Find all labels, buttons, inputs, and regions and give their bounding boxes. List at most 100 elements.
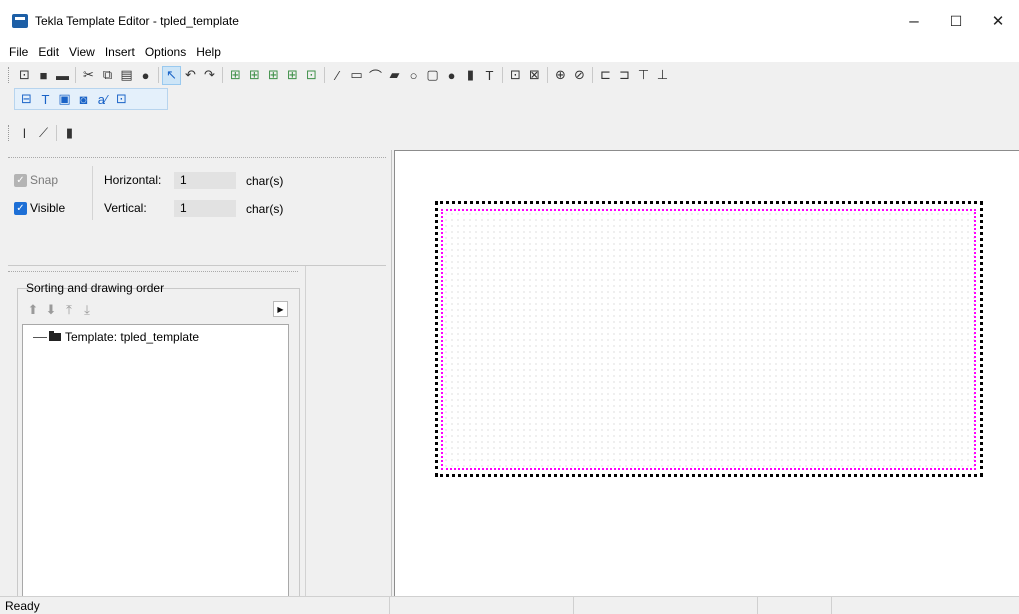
save-icon[interactable]: ▬: [53, 66, 72, 85]
visible-label: Visible: [30, 201, 66, 215]
menu-options[interactable]: Options: [140, 45, 191, 59]
point-icon[interactable]: ●: [442, 66, 461, 85]
toolbar-grip[interactable]: [8, 67, 11, 83]
app-icon: [12, 14, 28, 28]
menu-view[interactable]: View: [64, 45, 100, 59]
toolbar-separator: [502, 67, 503, 83]
minimize-button[interactable]: –: [893, 0, 935, 42]
footer-row-icon[interactable]: ⊡: [302, 66, 321, 85]
toolbar-separator: [56, 125, 57, 141]
data-row-icon[interactable]: ⊞: [264, 66, 283, 85]
status-cell-3: [757, 596, 831, 614]
sorting-title: Sorting and drawing order: [26, 281, 165, 295]
fill-icon[interactable]: ▮: [461, 66, 480, 85]
field-icon[interactable]: ◙: [74, 90, 93, 109]
panel-divider: [8, 157, 386, 158]
window-controls: – ☐ ✕: [893, 0, 1019, 42]
toolbar-separator: [592, 67, 593, 83]
circle-icon[interactable]: ○: [404, 66, 423, 85]
align-right-icon[interactable]: ⊐: [615, 66, 634, 85]
text-icon[interactable]: T: [480, 66, 499, 85]
align-top-icon[interactable]: ⊤: [634, 66, 653, 85]
symbol-icon[interactable]: ⊟: [17, 90, 36, 109]
status-text: Ready: [5, 598, 40, 613]
snap-check-icon: ✓: [14, 173, 27, 187]
tree-connector: [33, 336, 47, 338]
move-up-icon[interactable]: ⬆: [24, 302, 42, 318]
copy-icon[interactable]: ⧉: [98, 66, 117, 85]
undo-icon[interactable]: ↶: [181, 66, 200, 85]
value-field-icon[interactable]: ⊕: [551, 66, 570, 85]
maximize-button[interactable]: ☐: [935, 0, 977, 42]
open-icon[interactable]: ■: [34, 66, 53, 85]
toolbar-separator: [75, 67, 76, 83]
formula-icon[interactable]: ⊘: [570, 66, 589, 85]
window-title: Tekla Template Editor - tpled_template: [35, 14, 239, 28]
snap-separator: [92, 166, 93, 220]
paste-icon[interactable]: ▤: [117, 66, 136, 85]
toolbar-separator: [158, 67, 159, 83]
vertical-field[interactable]: 1: [174, 200, 236, 217]
title-bar: Tekla Template Editor - tpled_template –…: [0, 0, 1019, 42]
line-icon[interactable]: ∕: [328, 66, 347, 85]
folder-icon: [49, 331, 61, 341]
delete-icon[interactable]: ●: [136, 66, 155, 85]
attribute-icon[interactable]: a⁄: [93, 90, 112, 109]
visible-checkbox[interactable]: ✓ Visible: [14, 201, 65, 215]
new-icon[interactable]: ⊡: [15, 66, 34, 85]
sorting-buttons: ⬆ ⬇ ⤒ ⤓: [24, 302, 96, 318]
menu-file[interactable]: File: [4, 45, 33, 59]
align-bottom-icon[interactable]: ⊥: [653, 66, 672, 85]
snap-checkbox[interactable]: ✓ Snap: [14, 173, 58, 187]
menu-help[interactable]: Help: [191, 45, 226, 59]
status-cell-1: [389, 596, 573, 614]
panel-edge: [305, 266, 306, 596]
picture-icon[interactable]: ▣: [55, 90, 74, 109]
drawing-canvas[interactable]: [394, 150, 1019, 596]
splitter-handle[interactable]: [8, 265, 386, 266]
menu-insert[interactable]: Insert: [100, 45, 140, 59]
vertical-line-icon[interactable]: ǀ: [15, 124, 34, 143]
move-top-icon[interactable]: ⤒: [60, 302, 78, 318]
zoom-window-icon[interactable]: ⊠: [525, 66, 544, 85]
snap-label: Snap: [30, 173, 59, 187]
pointer-icon[interactable]: ↖: [162, 65, 181, 85]
move-down-icon[interactable]: ⬇: [42, 302, 60, 318]
text-insert-icon[interactable]: T: [36, 90, 55, 109]
tree-item-template[interactable]: Template: tpled_template: [33, 330, 199, 344]
rectangle-icon[interactable]: ▭: [347, 66, 366, 85]
horizontal-label: Horizontal:: [104, 173, 162, 187]
align-left-icon[interactable]: ⊏: [596, 66, 615, 85]
frame-icon[interactable]: ▢: [423, 66, 442, 85]
toolbar-separator: [547, 67, 548, 83]
arc-icon[interactable]: ⌒: [366, 66, 385, 85]
visible-check-icon: ✓: [14, 201, 27, 215]
drawing-order-tree[interactable]: Template: tpled_template: [22, 324, 289, 596]
angled-line-icon[interactable]: ⟋: [34, 124, 53, 143]
page-header-icon[interactable]: ⊞: [245, 66, 264, 85]
toolbar-grip[interactable]: [8, 125, 11, 141]
grid-insert-icon[interactable]: ⊡: [112, 90, 131, 109]
tree-item-label: Template: tpled_template: [65, 330, 200, 344]
status-cell-2: [573, 596, 757, 614]
sorting-grip: [8, 271, 298, 272]
main-toolbar: ⊡ ■ ▬ ✂ ⧉ ▤ ● ↖ ↶ ↷ ⊞ ⊞ ⊞ ⊞ ⊡ ∕ ▭ ⌒ ▰ ○ ▢ ● ▮ T ⊡ ⊠ ⊕ ⊘ ⊏ ⊐ ⊤ ⊥: [0, 63, 876, 87]
template-content-area[interactable]: [441, 209, 976, 470]
close-button[interactable]: ✕: [977, 0, 1019, 42]
zoom-icon[interactable]: ⊡: [506, 66, 525, 85]
vertical-label: Vertical:: [104, 201, 147, 215]
move-bottom-icon[interactable]: ⤓: [78, 302, 96, 318]
bar-icon[interactable]: ▮: [60, 124, 79, 143]
vertical-unit: char(s): [246, 202, 284, 216]
menu-edit[interactable]: Edit: [33, 45, 64, 59]
polyline-icon[interactable]: ▰: [385, 66, 404, 85]
horizontal-field[interactable]: 1: [174, 172, 236, 189]
toolbar-separator: [324, 67, 325, 83]
insert-toolbar: ⊟ T ▣ ◙ a⁄ ⊡: [14, 88, 168, 110]
page-footer-icon[interactable]: ⊞: [283, 66, 302, 85]
redo-icon[interactable]: ↷: [200, 66, 219, 85]
header-row-icon[interactable]: ⊞: [226, 66, 245, 85]
expand-button[interactable]: ▶: [273, 301, 288, 317]
menu-bar: File Edit View Insert Options Help: [0, 42, 1019, 62]
cut-icon[interactable]: ✂: [79, 66, 98, 85]
